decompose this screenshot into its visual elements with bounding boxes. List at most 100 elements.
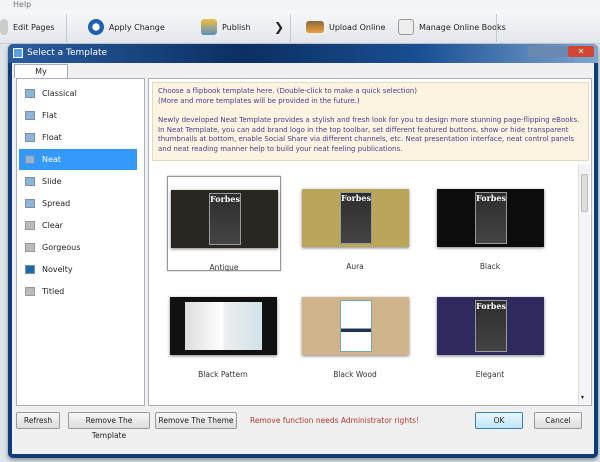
- cover-title: Forbes: [210, 194, 240, 204]
- admin-warning: Remove function needs Administrator righ…: [250, 416, 419, 425]
- template-label: Titled: [42, 287, 65, 296]
- dialog-title: Select a Template: [27, 48, 108, 58]
- theme-preview: Forbes: [171, 190, 278, 248]
- template-label: Novelty: [42, 265, 73, 274]
- template-label: Clear: [42, 221, 63, 230]
- template-label: Float: [42, 133, 62, 142]
- cover-preview: Forbes: [209, 193, 241, 245]
- template-icon: [25, 287, 35, 296]
- template-label: Neat: [42, 155, 61, 164]
- close-button[interactable]: ✕: [568, 46, 594, 57]
- divider: [290, 14, 291, 42]
- edit-pages-icon: [0, 19, 8, 35]
- cover-title: Forbes: [476, 301, 506, 311]
- theme-preview: Forbes: [437, 189, 544, 247]
- scrollbar-thumb[interactable]: [581, 174, 588, 212]
- theme-label: Black Pattern: [198, 370, 248, 379]
- edit-pages-button[interactable]: Edit Pages: [0, 17, 55, 37]
- apply-change-button[interactable]: Apply Change: [88, 17, 165, 37]
- theme-preview: [170, 297, 277, 355]
- template-icon: [25, 243, 35, 252]
- theme-label: Antique: [209, 263, 239, 272]
- minimize-button[interactable]: [528, 46, 548, 57]
- template-label: Gorgeous: [42, 243, 81, 252]
- info-line-1: Choose a flipbook template here. (Double…: [158, 87, 417, 95]
- app-icon: [13, 48, 23, 58]
- theme-black-pattern[interactable]: Black Pattern: [167, 284, 281, 379]
- refresh-circle-icon: [88, 19, 104, 35]
- theme-preview: [302, 297, 409, 355]
- template-item-classical[interactable]: Classical: [19, 83, 137, 104]
- upload-icon: [306, 21, 324, 33]
- publish-button[interactable]: Publish: [201, 17, 251, 37]
- cover-title: Forbes: [341, 193, 371, 203]
- manage-online-books-button[interactable]: Manage Online Books: [398, 17, 506, 37]
- theme-elegant[interactable]: Forbes Elegant: [434, 284, 548, 379]
- cover-preview: Forbes: [475, 300, 507, 352]
- label: Manage Online Books: [419, 22, 506, 32]
- template-icon: [25, 199, 35, 208]
- cancel-button[interactable]: Cancel: [534, 412, 582, 429]
- menu-help[interactable]: Help: [13, 0, 31, 9]
- template-item-spread[interactable]: Spread: [19, 193, 137, 214]
- remove-theme-button[interactable]: Remove The Theme: [155, 412, 237, 429]
- template-list: Classical Flat Float Neat Slide Spread Clear Go…: [16, 78, 145, 406]
- tab-my-templates[interactable]: My Templates: [14, 64, 68, 89]
- template-label: Slide: [42, 177, 62, 186]
- template-item-neat[interactable]: Neat: [19, 149, 137, 170]
- cover-title: Forbes: [476, 193, 506, 203]
- theme-label: Black Wood: [333, 370, 377, 379]
- template-icon: [25, 155, 35, 164]
- template-label: Flat: [42, 111, 57, 120]
- template-item-gorgeous[interactable]: Gorgeous: [19, 237, 137, 258]
- template-item-slide[interactable]: Slide: [19, 171, 137, 192]
- template-description: Newly developed Neat Template provides a…: [158, 116, 580, 153]
- theme-label: Aura: [346, 262, 364, 271]
- template-icon: [25, 177, 35, 186]
- theme-aura[interactable]: Forbes Aura: [299, 176, 413, 271]
- manage-books-icon: [398, 19, 414, 35]
- template-item-float[interactable]: Float: [19, 127, 137, 148]
- theme-black[interactable]: Forbes Black: [434, 176, 548, 271]
- template-item-flat[interactable]: Flat: [19, 105, 137, 126]
- more-chevron-icon[interactable]: ❯: [274, 17, 284, 37]
- template-item-clear[interactable]: Clear: [19, 215, 137, 236]
- label: Edit Pages: [13, 22, 55, 32]
- cover-preview: Forbes: [340, 192, 372, 244]
- template-item-titled[interactable]: Titled: [19, 281, 137, 302]
- theme-panel: Choose a flipbook template here. (Double…: [148, 78, 592, 406]
- template-item-novelty[interactable]: Novelty: [19, 259, 137, 280]
- remove-template-button[interactable]: Remove The Template: [68, 412, 150, 440]
- refresh-button[interactable]: Refresh: [16, 412, 60, 429]
- theme-label: Black: [479, 262, 501, 271]
- label: Upload Online: [329, 22, 386, 32]
- ok-button[interactable]: OK: [475, 412, 523, 429]
- book-preview: [185, 302, 262, 350]
- scroll-down-icon[interactable]: ▾: [581, 394, 584, 401]
- theme-antique[interactable]: Forbes Antique: [167, 176, 281, 272]
- maximize-button[interactable]: [548, 46, 568, 57]
- book-preview: [340, 300, 372, 352]
- info-line-2: (More and more templates will be provide…: [158, 96, 360, 105]
- template-icon: [25, 111, 35, 120]
- divider: [496, 14, 497, 42]
- theme-preview: Forbes: [437, 297, 544, 355]
- select-template-dialog: Select a Template ✕ My Templates Classic…: [8, 44, 598, 458]
- template-icon: [25, 221, 35, 230]
- menu-bar: Help: [0, 0, 600, 10]
- template-info: Choose a flipbook template here. (Double…: [152, 82, 589, 161]
- label: Apply Change: [109, 22, 165, 32]
- cover-preview: Forbes: [475, 192, 507, 244]
- template-icon: [25, 265, 35, 274]
- template-label: Spread: [42, 199, 71, 208]
- dialog-body: My Templates Classical Flat Float Neat Slide…: [12, 63, 594, 454]
- theme-label: Elegant: [475, 370, 505, 379]
- divider: [66, 14, 67, 42]
- theme-black-wood[interactable]: Black Wood: [299, 284, 413, 379]
- toolbar: Edit Pages Apply Change Publish ❯ Upload…: [0, 10, 600, 44]
- dialog-title-bar: Select a Template ✕: [8, 44, 598, 63]
- scrollbar[interactable]: ▾: [578, 164, 590, 404]
- publish-icon: [201, 19, 217, 35]
- upload-online-button[interactable]: Upload Online: [306, 17, 385, 37]
- template-icon: [25, 89, 35, 98]
